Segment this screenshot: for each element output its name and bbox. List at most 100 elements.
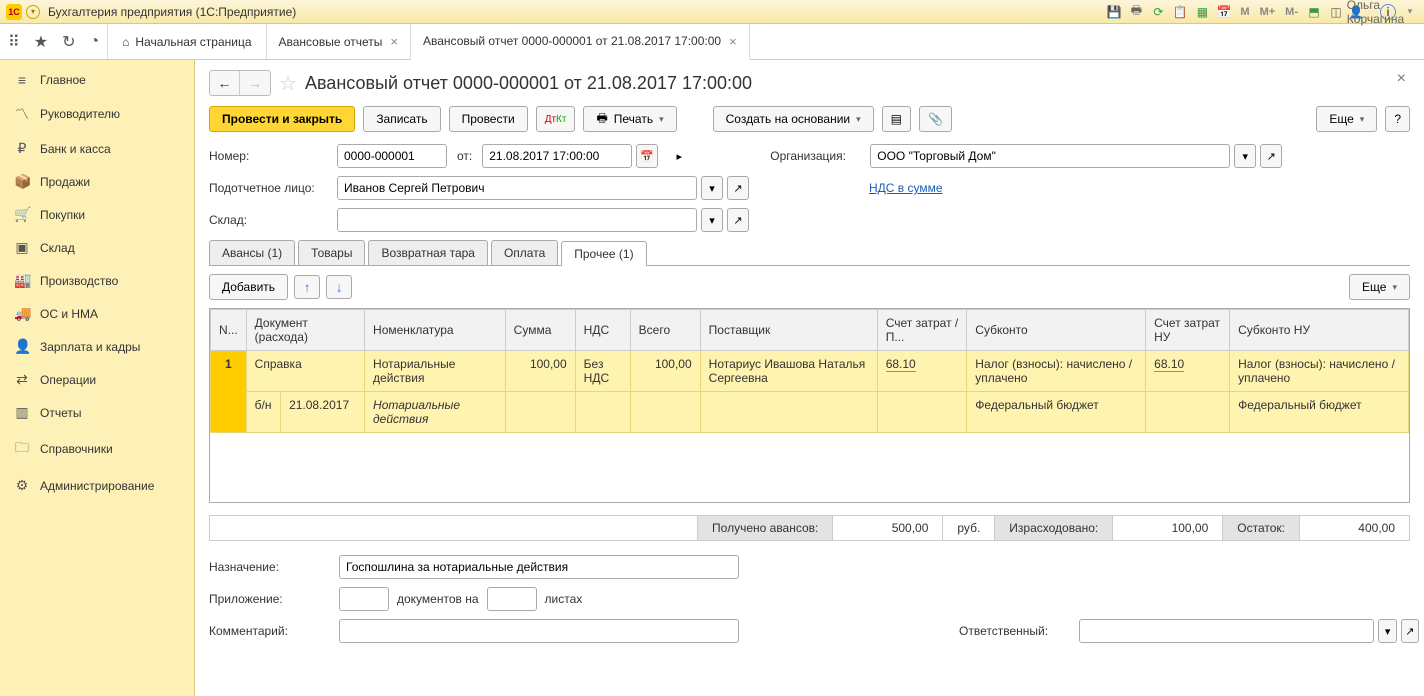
person-input[interactable]	[337, 176, 697, 200]
print-icon[interactable]: 🖶	[1128, 4, 1144, 20]
cell-total[interactable]: 100,00	[630, 351, 700, 392]
tab-other[interactable]: Прочее (1)	[561, 241, 646, 266]
cell-sub[interactable]: Налог (взносы): начислено / уплачено	[967, 351, 1146, 392]
notifications-icon[interactable]: ◔	[89, 33, 99, 51]
docs-count-input[interactable]	[339, 587, 389, 611]
panel-icon[interactable]: ◫	[1328, 4, 1344, 20]
move-down-button[interactable]: ↓	[326, 275, 352, 299]
nav-back-button[interactable]: ←	[210, 71, 240, 95]
tab-advance-report-doc[interactable]: Авансовый отчет 0000-000001 от 21.08.201…	[411, 24, 750, 60]
cell-subnu2[interactable]: Федеральный бюджет	[1230, 392, 1409, 433]
cell-sum[interactable]: 100,00	[505, 351, 575, 392]
table-row[interactable]: б/н 21.08.2017 Нотариальные действия Фед…	[211, 392, 1409, 433]
sidebar-item-main[interactable]: ≡Главное	[0, 64, 194, 96]
tab-advance-reports[interactable]: Авансовые отчеты ×	[267, 24, 412, 59]
cell-doc[interactable]: Справка	[246, 351, 364, 392]
number-input[interactable]	[337, 144, 447, 168]
mplus-button[interactable]: M+	[1258, 4, 1278, 20]
apps-icon[interactable]: ⠿	[8, 32, 20, 52]
cell-subnu[interactable]: Налог (взносы): начислено / уплачено	[1230, 351, 1409, 392]
org-input[interactable]	[870, 144, 1230, 168]
close-document-button[interactable]: ×	[1397, 70, 1406, 88]
favorite-star-icon[interactable]: ☆	[279, 71, 297, 96]
sidebar-item-admin[interactable]: ⚙Администрирование	[0, 469, 194, 502]
nds-link[interactable]: НДС в сумме	[869, 181, 943, 195]
purpose-input[interactable]	[339, 555, 739, 579]
calendar-icon[interactable]: 📅	[1216, 4, 1232, 20]
move-up-button[interactable]: ↑	[294, 275, 320, 299]
date-input[interactable]	[482, 144, 632, 168]
history-icon[interactable]: ↻	[62, 32, 75, 52]
sheets-count-input[interactable]	[487, 587, 537, 611]
sidebar-item-manager[interactable]: 〽Руководителю	[0, 96, 194, 132]
link-icon[interactable]: ⬒	[1306, 4, 1322, 20]
tab-return-tara[interactable]: Возвратная тара	[368, 240, 488, 265]
cell-nds[interactable]: Без НДС	[575, 351, 630, 392]
print-button[interactable]: 🖶Печать▾	[583, 106, 676, 132]
user-menu[interactable]: 👤 Ольга Корчагина	[1358, 4, 1374, 20]
sidebar-item-refs[interactable]: 🗀Справочники	[0, 429, 194, 469]
add-row-button[interactable]: Добавить	[209, 274, 288, 300]
info-icon[interactable]: i	[1380, 4, 1396, 20]
close-icon[interactable]: ×	[729, 34, 737, 49]
warehouse-dropdown-button[interactable]: ▾	[701, 208, 723, 232]
cell-docdate[interactable]: 21.08.2017	[281, 392, 365, 433]
col-n[interactable]: N...	[211, 310, 247, 351]
warehouse-open-button[interactable]: ↗	[727, 208, 749, 232]
cell-nomen2[interactable]: Нотариальные действия	[365, 392, 506, 433]
post-button[interactable]: Провести	[449, 106, 528, 132]
person-dropdown-button[interactable]: ▾	[701, 176, 723, 200]
create-based-button[interactable]: Создать на основании▾	[713, 106, 874, 132]
calc-icon[interactable]: ▦	[1194, 4, 1210, 20]
cell-sub2[interactable]: Федеральный бюджет	[967, 392, 1146, 433]
col-acc[interactable]: Счет затрат / П...	[877, 310, 967, 351]
detail-grid[interactable]: N... Документ (расхода) Номенклатура Сум…	[209, 308, 1410, 503]
close-icon[interactable]: ×	[390, 34, 398, 49]
table-row[interactable]: 1 Справка Нотариальные действия 100,00 Б…	[211, 351, 1409, 392]
post-and-close-button[interactable]: Провести и закрыть	[209, 106, 355, 132]
cell-accnu[interactable]: 68.10	[1146, 351, 1230, 392]
posted-icon[interactable]: ▸	[668, 144, 690, 168]
col-accnu[interactable]: Счет затрат НУ	[1146, 310, 1230, 351]
org-dropdown-button[interactable]: ▾	[1234, 144, 1256, 168]
help-button[interactable]: ?	[1385, 106, 1410, 132]
more-button[interactable]: Еще▾	[1316, 106, 1377, 132]
warehouse-input[interactable]	[337, 208, 697, 232]
col-sub[interactable]: Субконто	[967, 310, 1146, 351]
sidebar-item-assets[interactable]: 🚚ОС и НМА	[0, 297, 194, 330]
col-subnu[interactable]: Субконто НУ	[1230, 310, 1409, 351]
home-tab[interactable]: ⌂ Начальная страница	[108, 24, 266, 59]
sidebar-item-hr[interactable]: 👤Зарплата и кадры	[0, 330, 194, 363]
org-open-button[interactable]: ↗	[1260, 144, 1282, 168]
app-menu-dropdown[interactable]: ▾	[26, 5, 40, 19]
cell-nomen[interactable]: Нотариальные действия	[365, 351, 506, 392]
resp-open-button[interactable]: ↗	[1401, 619, 1419, 643]
tab-advances[interactable]: Авансы (1)	[209, 240, 295, 265]
mminus-button[interactable]: M-	[1283, 4, 1300, 20]
report-button[interactable]: ▤	[882, 106, 911, 132]
col-sum[interactable]: Сумма	[505, 310, 575, 351]
nav-forward-button[interactable]: →	[240, 71, 270, 95]
sidebar-item-reports[interactable]: ▥Отчеты	[0, 396, 194, 429]
sidebar-item-operations[interactable]: ⇄Операции	[0, 363, 194, 396]
tab-payment[interactable]: Оплата	[491, 240, 558, 265]
col-nds[interactable]: НДС	[575, 310, 630, 351]
person-open-button[interactable]: ↗	[727, 176, 749, 200]
refresh-icon[interactable]: ⟳	[1150, 4, 1166, 20]
sidebar-item-warehouse[interactable]: ▣Склад	[0, 231, 194, 264]
comment-input[interactable]	[339, 619, 739, 643]
sidebar-item-bank[interactable]: ₽Банк и касса	[0, 132, 194, 165]
dropdown-icon[interactable]: ▾	[1402, 4, 1418, 20]
sidebar-item-purchases[interactable]: 🛒Покупки	[0, 198, 194, 231]
resp-dropdown-button[interactable]: ▾	[1378, 619, 1396, 643]
col-supplier[interactable]: Поставщик	[700, 310, 877, 351]
col-nomen[interactable]: Номенклатура	[365, 310, 506, 351]
save-icon[interactable]: 💾	[1106, 4, 1122, 20]
save-button[interactable]: Записать	[363, 106, 440, 132]
tab-goods[interactable]: Товары	[298, 240, 365, 265]
calendar-button[interactable]: 📅	[636, 144, 658, 168]
sidebar-item-production[interactable]: 🏭Производство	[0, 264, 194, 297]
tab-more-button[interactable]: Еще▾	[1349, 274, 1410, 300]
dtkr-button[interactable]: ДтКт	[536, 106, 576, 132]
cell-acc[interactable]: 68.10	[877, 351, 967, 392]
